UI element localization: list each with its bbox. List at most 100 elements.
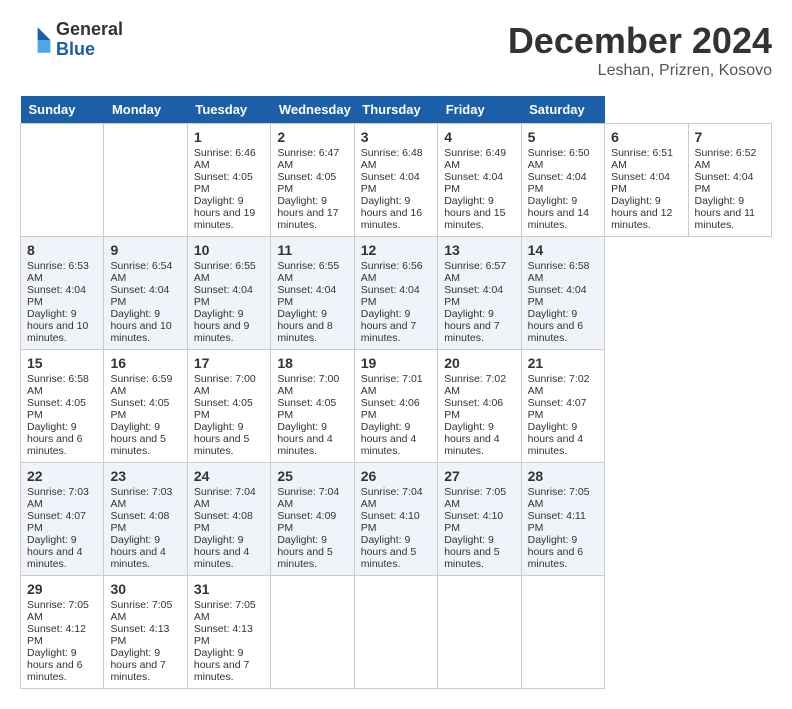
month-title: December 2024	[508, 20, 772, 62]
calendar-cell	[438, 576, 521, 689]
sunrise: Sunrise: 6:49 AM	[444, 147, 506, 171]
daylight: Daylight: 9 hours and 4 minutes.	[194, 534, 249, 570]
day-number: 10	[194, 242, 264, 258]
calendar-body: 1Sunrise: 6:46 AMSunset: 4:05 PMDaylight…	[21, 124, 772, 689]
sunrise: Sunrise: 7:05 AM	[27, 599, 89, 623]
day-number: 27	[444, 468, 514, 484]
daylight: Daylight: 9 hours and 12 minutes.	[611, 195, 672, 231]
day-number: 3	[361, 129, 431, 145]
sunset: Sunset: 4:13 PM	[194, 623, 253, 647]
sunrise: Sunrise: 7:00 AM	[277, 373, 339, 397]
calendar-week-row: 8Sunrise: 6:53 AMSunset: 4:04 PMDaylight…	[21, 237, 772, 350]
calendar-cell: 11Sunrise: 6:55 AMSunset: 4:04 PMDayligh…	[271, 237, 354, 350]
calendar-week-row: 22Sunrise: 7:03 AMSunset: 4:07 PMDayligh…	[21, 463, 772, 576]
sunset: Sunset: 4:13 PM	[110, 623, 169, 647]
daylight: Daylight: 9 hours and 16 minutes.	[361, 195, 422, 231]
day-number: 22	[27, 468, 97, 484]
sunrise: Sunrise: 7:03 AM	[27, 486, 89, 510]
day-number: 20	[444, 355, 514, 371]
sunrise: Sunrise: 6:47 AM	[277, 147, 339, 171]
day-number: 8	[27, 242, 97, 258]
daylight: Daylight: 9 hours and 10 minutes.	[27, 308, 88, 344]
day-number: 19	[361, 355, 431, 371]
day-number: 15	[27, 355, 97, 371]
sunset: Sunset: 4:04 PM	[361, 284, 420, 308]
sunrise: Sunrise: 7:05 AM	[194, 599, 256, 623]
daylight: Daylight: 9 hours and 5 minutes.	[110, 421, 165, 457]
sunrise: Sunrise: 6:54 AM	[110, 260, 172, 284]
daylight: Daylight: 9 hours and 4 minutes.	[277, 421, 332, 457]
col-thursday: Thursday	[354, 96, 437, 124]
col-wednesday: Wednesday	[271, 96, 354, 124]
location-subtitle: Leshan, Prizren, Kosovo	[508, 62, 772, 80]
calendar-cell: 4Sunrise: 6:49 AMSunset: 4:04 PMDaylight…	[438, 124, 521, 237]
sunrise: Sunrise: 6:53 AM	[27, 260, 89, 284]
sunset: Sunset: 4:04 PM	[110, 284, 169, 308]
daylight: Daylight: 9 hours and 8 minutes.	[277, 308, 332, 344]
day-number: 6	[611, 129, 681, 145]
sunrise: Sunrise: 7:00 AM	[194, 373, 256, 397]
daylight: Daylight: 9 hours and 17 minutes.	[277, 195, 338, 231]
sunrise: Sunrise: 7:05 AM	[110, 599, 172, 623]
calendar-cell: 12Sunrise: 6:56 AMSunset: 4:04 PMDayligh…	[354, 237, 437, 350]
sunset: Sunset: 4:10 PM	[444, 510, 503, 534]
calendar-cell: 14Sunrise: 6:58 AMSunset: 4:04 PMDayligh…	[521, 237, 604, 350]
day-number: 30	[110, 581, 180, 597]
daylight: Daylight: 9 hours and 6 minutes.	[528, 534, 583, 570]
calendar-cell: 5Sunrise: 6:50 AMSunset: 4:04 PMDaylight…	[521, 124, 604, 237]
sunset: Sunset: 4:06 PM	[444, 397, 503, 421]
day-number: 16	[110, 355, 180, 371]
sunrise: Sunrise: 7:03 AM	[110, 486, 172, 510]
calendar-week-row: 15Sunrise: 6:58 AMSunset: 4:05 PMDayligh…	[21, 350, 772, 463]
sunrise: Sunrise: 6:58 AM	[27, 373, 89, 397]
daylight: Daylight: 9 hours and 9 minutes.	[194, 308, 249, 344]
calendar-cell: 18Sunrise: 7:00 AMSunset: 4:05 PMDayligh…	[271, 350, 354, 463]
sunset: Sunset: 4:07 PM	[528, 397, 587, 421]
sunset: Sunset: 4:04 PM	[194, 284, 253, 308]
day-number: 18	[277, 355, 347, 371]
daylight: Daylight: 9 hours and 7 minutes.	[194, 647, 249, 683]
day-number: 17	[194, 355, 264, 371]
sunset: Sunset: 4:09 PM	[277, 510, 336, 534]
day-number: 28	[528, 468, 598, 484]
daylight: Daylight: 9 hours and 14 minutes.	[528, 195, 589, 231]
calendar-cell: 3Sunrise: 6:48 AMSunset: 4:04 PMDaylight…	[354, 124, 437, 237]
sunrise: Sunrise: 6:50 AM	[528, 147, 590, 171]
sunset: Sunset: 4:04 PM	[27, 284, 86, 308]
calendar-cell: 15Sunrise: 6:58 AMSunset: 4:05 PMDayligh…	[21, 350, 104, 463]
calendar-cell: 28Sunrise: 7:05 AMSunset: 4:11 PMDayligh…	[521, 463, 604, 576]
calendar-week-row: 1Sunrise: 6:46 AMSunset: 4:05 PMDaylight…	[21, 124, 772, 237]
calendar-cell: 31 Sunrise: 7:05 AMSunset: 4:13 PMDayligh…	[187, 576, 270, 689]
sunset: Sunset: 4:05 PM	[277, 171, 336, 195]
sunrise: Sunrise: 7:04 AM	[361, 486, 423, 510]
col-sunday: Sunday	[21, 96, 104, 124]
day-number: 11	[277, 242, 347, 258]
col-monday: Monday	[104, 96, 187, 124]
calendar-cell: 20Sunrise: 7:02 AMSunset: 4:06 PMDayligh…	[438, 350, 521, 463]
sunrise: Sunrise: 7:05 AM	[528, 486, 590, 510]
calendar-cell	[521, 576, 604, 689]
col-friday: Friday	[438, 96, 521, 124]
sunrise: Sunrise: 7:04 AM	[194, 486, 256, 510]
day-number: 31	[194, 581, 264, 597]
sunrise: Sunrise: 6:51 AM	[611, 147, 673, 171]
sunrise: Sunrise: 6:52 AM	[695, 147, 757, 171]
sunrise: Sunrise: 7:05 AM	[444, 486, 506, 510]
col-tuesday: Tuesday	[187, 96, 270, 124]
page-header: General Blue December 2024 Leshan, Prizr…	[20, 20, 772, 80]
daylight: Daylight: 9 hours and 4 minutes.	[528, 421, 583, 457]
calendar-cell: 21Sunrise: 7:02 AMSunset: 4:07 PMDayligh…	[521, 350, 604, 463]
daylight: Daylight: 9 hours and 5 minutes.	[277, 534, 332, 570]
calendar-cell: 19Sunrise: 7:01 AMSunset: 4:06 PMDayligh…	[354, 350, 437, 463]
sunrise: Sunrise: 6:55 AM	[277, 260, 339, 284]
sunset: Sunset: 4:05 PM	[194, 171, 253, 195]
day-number: 2	[277, 129, 347, 145]
day-number: 23	[110, 468, 180, 484]
logo-text: General Blue	[56, 20, 123, 60]
calendar-cell	[21, 124, 104, 237]
sunset: Sunset: 4:04 PM	[444, 284, 503, 308]
logo: General Blue	[20, 20, 123, 60]
col-saturday: Saturday	[521, 96, 604, 124]
sunset: Sunset: 4:10 PM	[361, 510, 420, 534]
sunset: Sunset: 4:07 PM	[27, 510, 86, 534]
